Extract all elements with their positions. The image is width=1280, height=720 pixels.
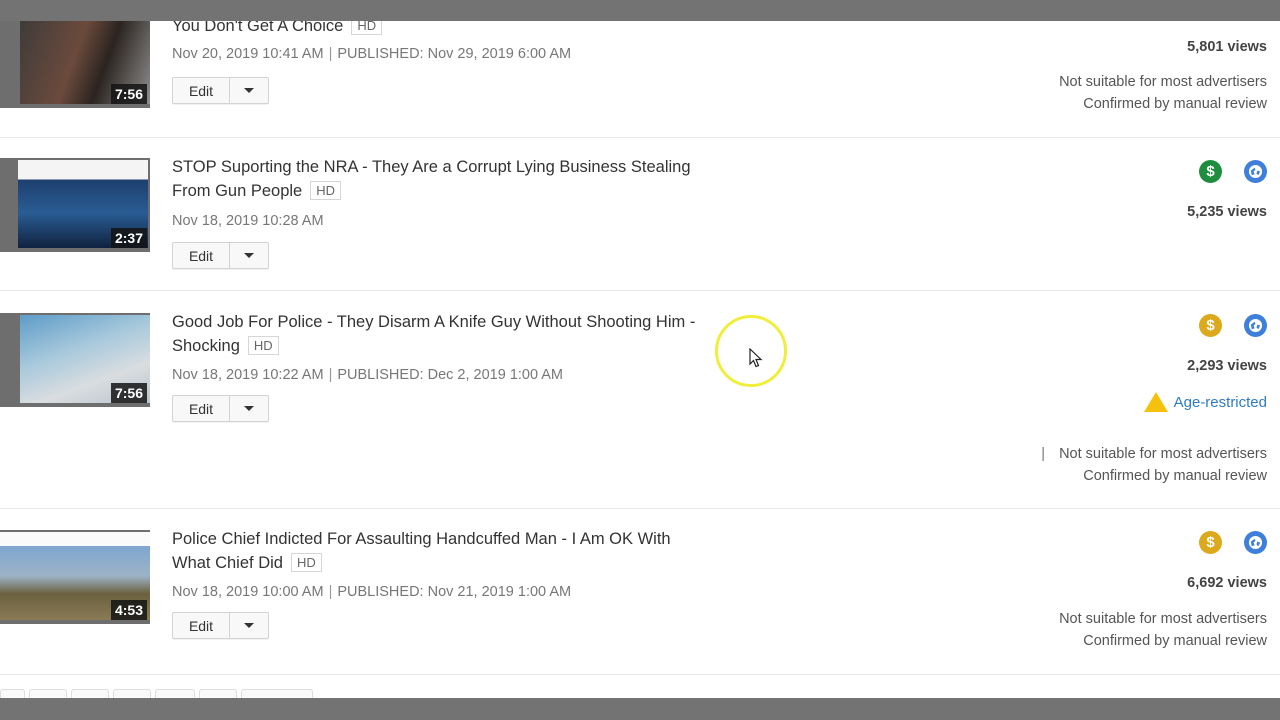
hd-badge: HD (290, 553, 322, 572)
video-list: 7:56 You Don't Get A Choice HD Nov 20, 20… (0, 21, 1280, 698)
view-count: 5,801 views (1187, 39, 1267, 55)
edit-button-group: Edit (172, 77, 269, 104)
page-button[interactable] (71, 689, 109, 698)
video-row: 7:56 Good Job For Police - They Disarm A… (0, 291, 1280, 509)
video-row: 7:56 You Don't Get A Choice HD Nov 20, 20… (0, 21, 1280, 138)
video-row: 2:37 STOP Suporting the NRA - They Are a… (0, 138, 1280, 291)
video-dates: Nov 20, 2019 10:41 AM | PUBLISHED: Nov 29,… (172, 46, 571, 62)
globe-public-icon[interactable] (1244, 314, 1267, 337)
edit-button-group: Edit (172, 612, 269, 639)
date-separator: | (328, 584, 333, 600)
page-button[interactable] (199, 689, 237, 698)
mouse-pointer-icon (749, 348, 763, 368)
age-restricted-label[interactable]: Age-restricted (1174, 394, 1267, 411)
date-separator: | (328, 367, 333, 383)
video-title[interactable]: You Don't Get A Choice HD (172, 21, 712, 38)
page-button[interactable] (0, 689, 25, 698)
video-thumbnail[interactable]: 4:53 (0, 530, 150, 624)
ad-status-text: Not suitable for most advertisers (1059, 446, 1267, 462)
date-separator: | (328, 46, 333, 62)
video-thumbnail[interactable]: 2:37 (0, 158, 150, 252)
video-dates: Nov 18, 2019 10:22 AM | PUBLISHED: Dec 2, … (172, 367, 563, 383)
video-title[interactable]: Police Chief Indicted For Assaulting Han… (172, 527, 712, 575)
view-count: 6,692 views (1187, 575, 1267, 591)
video-title[interactable]: Good Job For Police - They Disarm A Knif… (172, 310, 712, 358)
edit-dropdown-button[interactable] (229, 243, 268, 268)
video-title-text[interactable]: STOP Suporting the NRA - They Are a Corr… (172, 158, 691, 200)
globe-public-icon[interactable] (1244, 160, 1267, 183)
pagination (0, 689, 313, 698)
publish-date: PUBLISHED: Nov 21, 2019 1:00 AM (337, 584, 572, 600)
review-status-line: Confirmed by manual review (1083, 468, 1267, 484)
edit-dropdown-button[interactable] (229, 78, 268, 103)
review-status-line: Confirmed by manual review (1083, 96, 1267, 112)
monetization-limited-icon[interactable]: $ (1199, 314, 1222, 337)
ad-status-line: Not suitable for most advertisers (1059, 611, 1267, 627)
publish-date: PUBLISHED: Nov 29, 2019 6:00 AM (337, 46, 572, 62)
video-duration: 2:37 (110, 228, 147, 248)
globe-public-icon[interactable] (1244, 531, 1267, 554)
hd-badge: HD (247, 336, 279, 355)
edit-dropdown-button[interactable] (229, 396, 268, 421)
video-duration: 4:53 (110, 600, 147, 620)
video-dates: Nov 18, 2019 10:28 AM (172, 213, 324, 229)
edit-button[interactable]: Edit (173, 613, 229, 638)
ad-status-line: Not suitable for most advertisers (1059, 74, 1267, 90)
edit-button-group: Edit (172, 395, 269, 422)
upload-date: Nov 18, 2019 10:28 AM (172, 213, 324, 229)
monetization-limited-icon[interactable]: $ (1199, 531, 1222, 554)
hd-badge: HD (351, 21, 383, 35)
ad-suitability-status[interactable]: | Not suitable for most advertisers Confi… (1041, 443, 1267, 487)
upload-date: Nov 20, 2019 10:41 AM (172, 46, 324, 62)
edit-button[interactable]: Edit (173, 78, 229, 103)
hd-badge: HD (310, 181, 342, 200)
video-thumbnail[interactable]: 7:56 (0, 313, 150, 407)
upload-date: Nov 18, 2019 10:22 AM (172, 367, 324, 383)
status-separator: | (1041, 446, 1046, 462)
warning-icon (1143, 392, 1168, 412)
video-dates: Nov 18, 2019 10:00 AM | PUBLISHED: Nov 21,… (172, 584, 571, 600)
view-count: 5,235 views (1187, 204, 1267, 220)
top-frame-bar (0, 0, 1280, 21)
edit-button[interactable]: Edit (173, 243, 229, 268)
ad-status-line: | Not suitable for most advertisers (1041, 443, 1267, 465)
bottom-frame-bar (0, 698, 1280, 720)
video-title-text[interactable]: You Don't Get A Choice (172, 21, 343, 35)
page-button[interactable] (29, 689, 67, 698)
ad-suitability-status[interactable]: Not suitable for most advertisers Confir… (1059, 71, 1267, 115)
page-button[interactable] (113, 689, 151, 698)
status-icons: $ (1199, 314, 1267, 337)
edit-dropdown-button[interactable] (229, 613, 268, 638)
monetization-on-icon[interactable]: $ (1199, 160, 1222, 183)
status-icons: $ (1199, 160, 1267, 183)
video-duration: 7:56 (110, 84, 147, 104)
edit-button[interactable]: Edit (173, 396, 229, 421)
publish-date: PUBLISHED: Dec 2, 2019 1:00 AM (337, 367, 564, 383)
video-thumbnail[interactable]: 7:56 (0, 21, 150, 108)
view-count: 2,293 views (1187, 358, 1267, 374)
review-status-line: Confirmed by manual review (1083, 633, 1267, 649)
next-page-button[interactable] (241, 689, 313, 698)
upload-date: Nov 18, 2019 10:00 AM (172, 584, 324, 600)
ad-suitability-status[interactable]: Not suitable for most advertisers Confir… (1059, 608, 1267, 652)
video-duration: 7:56 (110, 383, 147, 403)
video-title[interactable]: STOP Suporting the NRA - They Are a Corr… (172, 155, 712, 203)
edit-button-group: Edit (172, 242, 269, 269)
age-restricted-status[interactable]: Age-restricted (1143, 392, 1267, 412)
video-row: 4:53 Police Chief Indicted For Assaultin… (0, 509, 1280, 675)
video-title-text[interactable]: Police Chief Indicted For Assaulting Han… (172, 530, 671, 572)
status-icons: $ (1199, 531, 1267, 554)
page-button[interactable] (155, 689, 195, 698)
